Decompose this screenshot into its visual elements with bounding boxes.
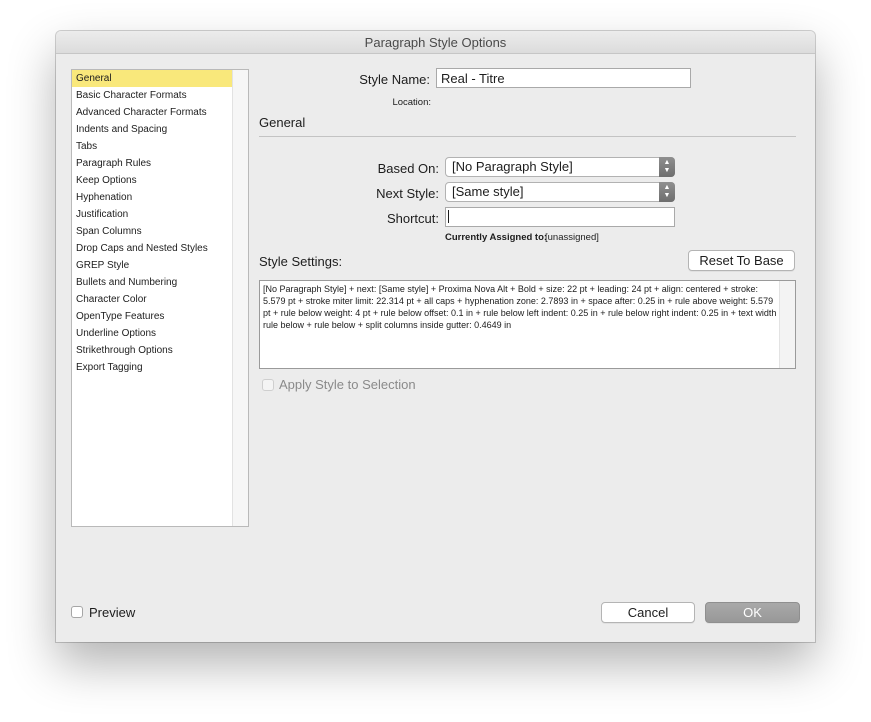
currently-assigned-value: [unassigned] xyxy=(545,232,599,243)
next-style-value: [Same style] xyxy=(452,184,524,199)
cancel-button[interactable]: Cancel xyxy=(601,602,695,623)
category-list-items: General Basic Character Formats Advanced C… xyxy=(72,70,232,376)
sidebar-item-general[interactable]: General xyxy=(72,70,232,87)
preview-label: Preview xyxy=(89,605,136,620)
style-name-input[interactable] xyxy=(436,68,691,88)
sidebar-item-grep-style[interactable]: GREP Style xyxy=(72,257,232,274)
reset-to-base-button[interactable]: Reset To Base xyxy=(688,250,795,271)
apply-style-checkbox[interactable] xyxy=(262,379,274,391)
based-on-value: [No Paragraph Style] xyxy=(452,159,573,174)
section-divider xyxy=(259,136,796,137)
style-settings-label: Style Settings: xyxy=(259,254,343,269)
preview-checkbox[interactable] xyxy=(71,606,83,618)
next-style-label: Next Style: xyxy=(376,186,439,201)
window-title: Paragraph Style Options xyxy=(56,31,815,54)
style-settings-scrollbar[interactable] xyxy=(779,281,795,368)
sidebar-item-export-tagging[interactable]: Export Tagging xyxy=(72,359,232,376)
category-list-scrollbar[interactable] xyxy=(232,70,248,526)
shortcut-label: Shortcut: xyxy=(386,211,439,226)
sidebar-item-indents-and-spacing[interactable]: Indents and Spacing xyxy=(72,121,232,138)
style-settings-box[interactable]: [No Paragraph Style] + next: [Same style… xyxy=(259,280,796,369)
style-settings-text: [No Paragraph Style] + next: [Same style… xyxy=(263,284,777,330)
shortcut-input[interactable] xyxy=(445,207,675,227)
location-label: Location: xyxy=(392,97,431,108)
text-caret xyxy=(448,210,449,223)
sidebar-item-keep-options[interactable]: Keep Options xyxy=(72,172,232,189)
sidebar-item-character-color[interactable]: Character Color xyxy=(72,291,232,308)
style-name-label: Style Name: xyxy=(359,72,430,87)
currently-assigned-label: Currently Assigned to: xyxy=(445,232,548,243)
sidebar-item-bullets-and-numbering[interactable]: Bullets and Numbering xyxy=(72,274,232,291)
based-on-popup[interactable]: [No Paragraph Style] ▲ ▼ xyxy=(445,157,675,177)
sidebar-item-strikethrough-options[interactable]: Strikethrough Options xyxy=(72,342,232,359)
sidebar-item-advanced-character-formats[interactable]: Advanced Character Formats xyxy=(72,104,232,121)
paragraph-style-options-dialog: Paragraph Style Options General Basic Cha… xyxy=(56,31,815,642)
sidebar-item-span-columns[interactable]: Span Columns xyxy=(72,223,232,240)
section-title: General xyxy=(259,115,306,130)
sidebar-item-justification[interactable]: Justification xyxy=(72,206,232,223)
sidebar-item-tabs[interactable]: Tabs xyxy=(72,138,232,155)
sidebar-item-paragraph-rules[interactable]: Paragraph Rules xyxy=(72,155,232,172)
sidebar-item-opentype-features[interactable]: OpenType Features xyxy=(72,308,232,325)
ok-button[interactable]: OK xyxy=(705,602,800,623)
next-style-popup[interactable]: [Same style] ▲ ▼ xyxy=(445,182,675,202)
up-down-chevron-icon: ▲ ▼ xyxy=(659,157,675,177)
sidebar-item-hyphenation[interactable]: Hyphenation xyxy=(72,189,232,206)
category-list[interactable]: General Basic Character Formats Advanced C… xyxy=(71,69,249,527)
sidebar-item-drop-caps-and-nested-styles[interactable]: Drop Caps and Nested Styles xyxy=(72,240,232,257)
based-on-label: Based On: xyxy=(377,161,439,176)
up-down-chevron-icon: ▲ ▼ xyxy=(659,182,675,202)
sidebar-item-basic-character-formats[interactable]: Basic Character Formats xyxy=(72,87,232,104)
apply-style-label: Apply Style to Selection xyxy=(279,377,416,392)
sidebar-item-underline-options[interactable]: Underline Options xyxy=(72,325,232,342)
